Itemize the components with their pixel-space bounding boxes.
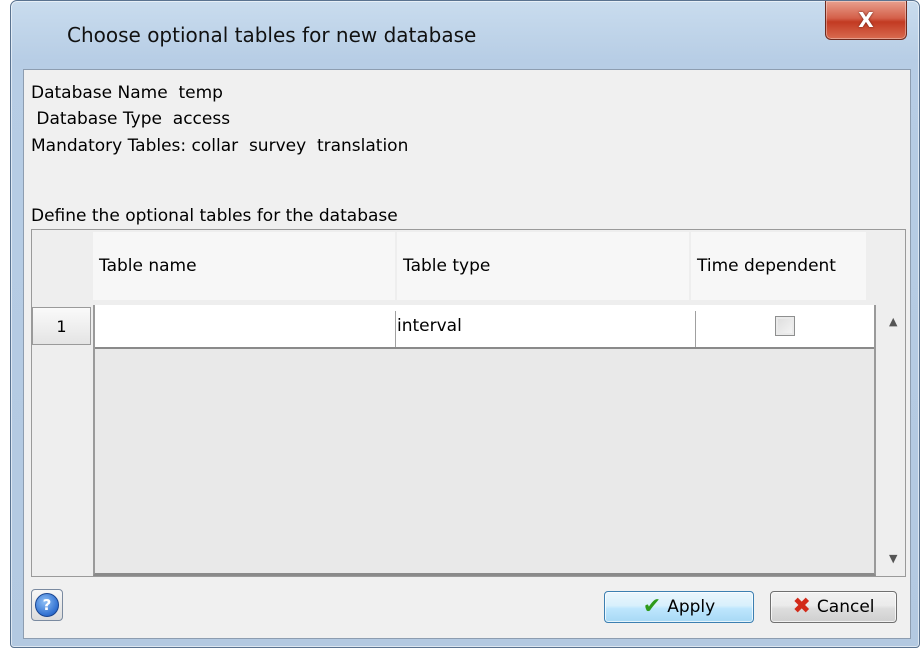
cell-divider [395,311,396,347]
column-header-table-type[interactable]: Table type [397,232,689,300]
help-icon: ? [35,593,59,617]
database-type-label: Database Type access [31,109,231,129]
apply-button[interactable]: ✔ Apply [604,591,754,623]
time-dependent-cell [696,305,874,347]
apply-button-label: Apply [667,597,716,617]
table-row: interval [95,305,874,349]
dialog-content: Database Name temp Database Type access … [23,69,911,639]
title-bar[interactable]: Choose optional tables for new database … [11,1,919,67]
window-title: Choose optional tables for new database [67,23,477,47]
column-header-time-dependent[interactable]: Time dependent [691,232,866,300]
grid-body: interval [93,305,876,576]
optional-tables-grid: Table name Table type Time dependent 1 i… [31,229,906,577]
x-icon: ✖ [792,594,811,619]
scroll-up-arrow-icon[interactable]: ▲ [889,315,897,328]
close-icon: X [858,8,874,32]
database-name-label: Database Name temp [31,83,223,103]
column-header-table-name[interactable]: Table name [93,232,395,300]
cancel-button[interactable]: ✖ Cancel [770,591,897,623]
close-button[interactable]: X [825,1,907,40]
table-type-cell[interactable]: interval [397,305,693,347]
help-button[interactable]: ? [31,589,63,621]
define-tables-prompt: Define the optional tables for the datab… [31,206,398,226]
row-header-1[interactable]: 1 [32,307,91,345]
scroll-down-arrow-icon[interactable]: ▼ [889,552,897,565]
mandatory-tables-label: Mandatory Tables: collar survey translat… [31,136,409,156]
dialog-window: Choose optional tables for new database … [10,0,920,648]
table-name-cell[interactable] [95,305,395,347]
time-dependent-checkbox[interactable] [775,316,795,336]
cancel-button-label: Cancel [816,597,875,617]
checkmark-icon: ✔ [642,594,662,619]
